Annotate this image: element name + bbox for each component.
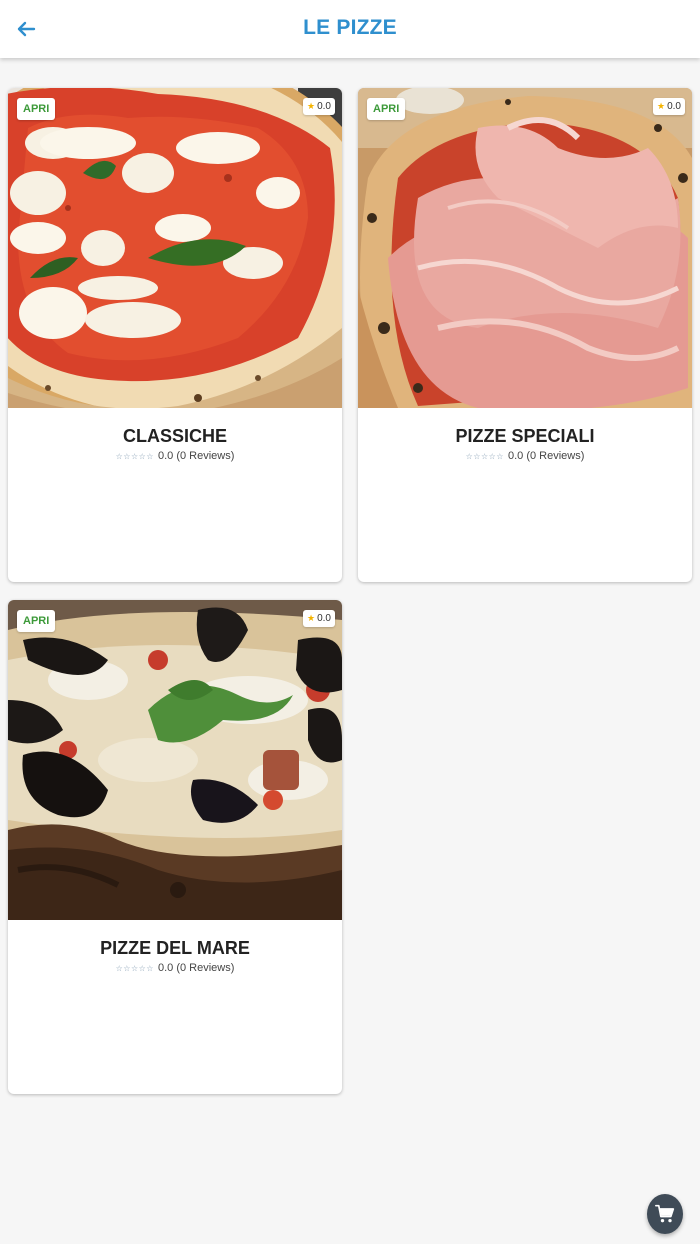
card-title: CLASSICHE (122, 426, 227, 446)
rating-value: 0.0 (667, 101, 681, 112)
category-card-pizze-del-mare[interactable]: APRI ★ 0.0 PIZZE DEL MARE ☆☆☆☆☆ 0.0 (0 R… (8, 600, 342, 1094)
category-card-pizze-speciali[interactable]: APRI ★ 0.0 PIZZE SPECIALI ☆☆☆☆☆ 0.0 (0 R… (358, 88, 692, 582)
app-bar: LE PIZZE (0, 0, 700, 58)
star-icon: ★ (657, 101, 666, 111)
category-card-classiche[interactable]: APRI ★ 0.0 CLASSICHE ☆☆☆☆☆ 0.0 (0 Review… (8, 88, 342, 582)
reviews-text: 0.0 (0 Reviews) (157, 962, 235, 974)
card-title: PIZZE SPECIALI (455, 426, 595, 446)
rating-stars-icon: ☆☆☆☆☆ (465, 451, 504, 461)
card-image: APRI ★ 0.0 (358, 88, 692, 408)
status-badge: APRI (17, 610, 56, 632)
star-icon: ★ (307, 101, 316, 111)
rating-badge: ★ 0.0 (653, 98, 685, 115)
rating-badge: ★ 0.0 (303, 98, 335, 115)
rating-stars-icon: ☆☆☆☆☆ (115, 451, 154, 461)
reviews-text: 0.0 (0 Reviews) (157, 450, 235, 462)
rating-value: 0.0 (317, 613, 331, 624)
card-reviews: ☆☆☆☆☆ 0.0 (0 Reviews) (358, 450, 692, 462)
page-title: LE PIZZE (303, 16, 397, 39)
card-image: APRI ★ 0.0 (8, 88, 342, 408)
card-reviews: ☆☆☆☆☆ 0.0 (0 Reviews) (8, 450, 342, 462)
rating-stars-icon: ☆☆☆☆☆ (115, 963, 154, 973)
status-badge: APRI (17, 98, 56, 120)
card-title: PIZZE DEL MARE (100, 938, 250, 958)
status-badge: APRI (367, 98, 406, 120)
reviews-text: 0.0 (0 Reviews) (507, 450, 585, 462)
star-icon: ★ (307, 613, 316, 623)
cart-icon (655, 1204, 675, 1223)
card-image: APRI ★ 0.0 (8, 600, 342, 920)
cart-button[interactable] (647, 1194, 683, 1234)
rating-badge: ★ 0.0 (303, 610, 335, 627)
card-reviews: ☆☆☆☆☆ 0.0 (0 Reviews) (8, 962, 342, 974)
rating-value: 0.0 (317, 101, 331, 112)
